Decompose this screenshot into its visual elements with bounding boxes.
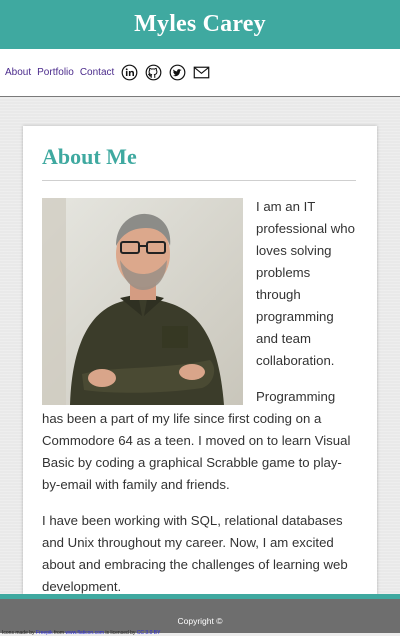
credit-license-link[interactable]: CC 3.0 BY <box>137 630 161 636</box>
credit-from: from <box>54 630 64 636</box>
site-title: Myles Carey <box>134 11 266 37</box>
credit-prefix: Icons made by <box>2 630 35 636</box>
content-area: About Me I am an IT professional who lov… <box>0 98 400 606</box>
copyright-text: Copyright © <box>177 616 223 626</box>
about-card: About Me I am an IT professional who lov… <box>23 126 377 606</box>
github-icon[interactable] <box>145 64 162 81</box>
bio-text: I am an IT professional who loves solvin… <box>42 196 358 612</box>
site-header: Myles Carey <box>0 0 400 49</box>
credit-author-link[interactable]: Freepik <box>36 630 53 636</box>
mail-icon[interactable] <box>193 64 210 81</box>
twitter-icon[interactable] <box>169 64 186 81</box>
photo-spacer <box>42 196 248 408</box>
credit-licensed: is licensed by <box>105 630 136 636</box>
credit-site-link[interactable]: www.flaticon.com <box>65 630 104 636</box>
site-footer: Copyright © Icons made by Freepik from w… <box>0 594 400 636</box>
bio-paragraph: I have been working with SQL, relational… <box>42 513 348 594</box>
social-icons <box>121 64 217 81</box>
heading-divider <box>42 180 356 181</box>
nav-bar: About Portfolio Contact <box>0 49 400 97</box>
nav-link-portfolio[interactable]: Portfolio <box>37 67 74 78</box>
about-heading: About Me <box>42 144 137 169</box>
icon-credits: Icons made by Freepik from www.flaticon.… <box>2 630 160 636</box>
linkedin-icon[interactable] <box>121 64 138 81</box>
nav-link-about[interactable]: About <box>5 67 31 78</box>
nav-link-contact[interactable]: Contact <box>80 67 114 78</box>
